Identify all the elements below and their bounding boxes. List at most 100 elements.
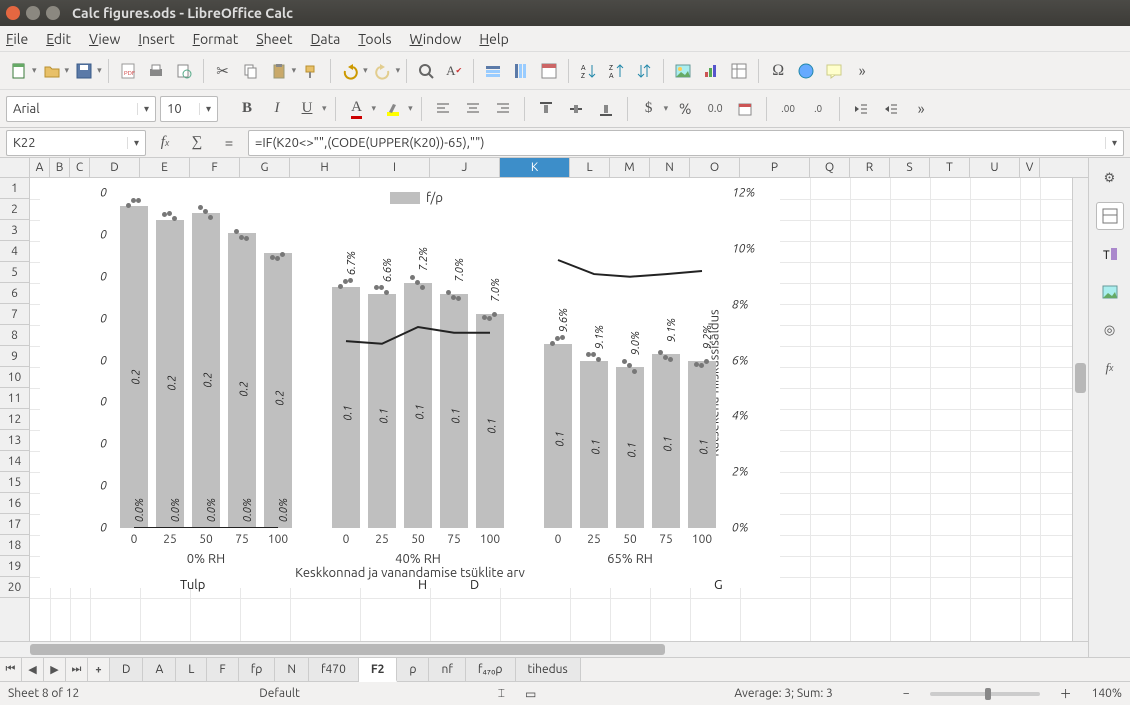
inc-indent-button[interactable]: [878, 96, 904, 122]
zoom-in-button[interactable]: ＋: [1060, 685, 1072, 702]
sidebar-styles-icon[interactable]: T: [1096, 240, 1124, 268]
export-pdf-button[interactable]: PDF: [115, 58, 141, 84]
highlight-button[interactable]: [380, 96, 406, 122]
spellcheck-button[interactable]: A✔: [441, 58, 467, 84]
sheet-tab-nf[interactable]: nf: [429, 658, 465, 681]
percent-button[interactable]: %: [672, 96, 698, 122]
tab-last-button[interactable]: ⏭: [66, 658, 88, 681]
row-header-3[interactable]: 3: [0, 220, 29, 241]
find-button[interactable]: [413, 58, 439, 84]
sidebar-settings-icon[interactable]: ⚙: [1096, 164, 1124, 192]
col-header-N[interactable]: N: [650, 158, 690, 177]
row-header-4[interactable]: 4: [0, 241, 29, 262]
inc-decimal-button[interactable]: .00: [775, 96, 801, 122]
sheet-tab-F[interactable]: F: [207, 658, 238, 681]
special-char-button[interactable]: Ω: [765, 58, 791, 84]
underline-button[interactable]: U: [294, 96, 320, 122]
row-header-11[interactable]: 11: [0, 388, 29, 409]
vertical-scrollbar[interactable]: [1072, 178, 1088, 641]
sheet-tab-A[interactable]: A: [143, 658, 176, 681]
tab-next-button[interactable]: ▶: [44, 658, 66, 681]
horizontal-scrollbar[interactable]: [30, 642, 1088, 657]
row-header-19[interactable]: 19: [0, 556, 29, 577]
col-header-V[interactable]: V: [1020, 158, 1040, 177]
window-close-button[interactable]: [6, 6, 20, 20]
toolbar2-overflow-button[interactable]: »: [908, 96, 934, 122]
col-header-U[interactable]: U: [970, 158, 1020, 177]
col-header-Q[interactable]: Q: [810, 158, 850, 177]
sidebar-functions-icon[interactable]: fx: [1096, 354, 1124, 382]
valign-top-button[interactable]: [533, 96, 559, 122]
bold-button[interactable]: B: [234, 96, 260, 122]
tab-add-button[interactable]: +: [88, 658, 110, 681]
zoom-value[interactable]: 140%: [1092, 687, 1122, 700]
zoom-out-button[interactable]: −: [903, 687, 910, 700]
col-header-P[interactable]: P: [740, 158, 810, 177]
currency-button[interactable]: $: [636, 96, 662, 122]
row-header-8[interactable]: 8: [0, 325, 29, 346]
sheet-tab-f₄₇₀ρ[interactable]: f₄₇₀ρ: [466, 658, 516, 681]
row-header-1[interactable]: 1: [0, 178, 29, 199]
col-header-O[interactable]: O: [690, 158, 740, 177]
function-wizard-button[interactable]: fx: [152, 130, 178, 156]
italic-button[interactable]: I: [264, 96, 290, 122]
col-header-E[interactable]: E: [140, 158, 190, 177]
col-header-R[interactable]: R: [850, 158, 890, 177]
row-header-20[interactable]: 20: [0, 577, 29, 598]
insert-image-button[interactable]: [670, 58, 696, 84]
row-header-6[interactable]: 6: [0, 283, 29, 304]
col-button[interactable]: [508, 58, 534, 84]
insert-pivot-button[interactable]: [726, 58, 752, 84]
sheet-tab-f470[interactable]: f470: [309, 658, 359, 681]
row-header-14[interactable]: 14: [0, 451, 29, 472]
insert-chart-button[interactable]: [698, 58, 724, 84]
window-maximize-button[interactable]: [46, 6, 60, 20]
align-left-button[interactable]: [430, 96, 456, 122]
col-header-L[interactable]: L: [570, 158, 610, 177]
row-header-15[interactable]: 15: [0, 472, 29, 493]
menu-tools[interactable]: Tools: [358, 31, 391, 47]
copy-button[interactable]: [238, 58, 264, 84]
col-header-C[interactable]: C: [70, 158, 90, 177]
col-header-S[interactable]: S: [890, 158, 930, 177]
row-header-13[interactable]: 13: [0, 430, 29, 451]
font-color-button[interactable]: A: [344, 96, 370, 122]
spreadsheet-area[interactable]: ABCDEFGHIJKLMNOPQRSTUV 12345678910111213…: [0, 158, 1088, 657]
sort-asc-button[interactable]: AZ: [575, 58, 601, 84]
col-header-K[interactable]: K: [500, 158, 570, 177]
row-button[interactable]: [480, 58, 506, 84]
menu-help[interactable]: Help: [479, 31, 508, 47]
sidebar-navigator-icon[interactable]: ◎: [1096, 316, 1124, 344]
comment-button[interactable]: [821, 58, 847, 84]
sort-desc-button[interactable]: ZA: [603, 58, 629, 84]
col-header-I[interactable]: I: [360, 158, 430, 177]
row-header-9[interactable]: 9: [0, 346, 29, 367]
save-button[interactable]: [71, 58, 97, 84]
col-header-J[interactable]: J: [430, 158, 500, 177]
menu-file[interactable]: File: [6, 31, 28, 47]
menu-data[interactable]: Data: [311, 31, 341, 47]
font-size-combo[interactable]: 10▾: [160, 96, 218, 122]
row-header-17[interactable]: 17: [0, 514, 29, 535]
dec-decimal-button[interactable]: .0: [805, 96, 831, 122]
status-insert-mode-icon[interactable]: ⌶: [498, 687, 505, 701]
menu-insert[interactable]: Insert: [138, 31, 174, 47]
print-button[interactable]: [143, 58, 169, 84]
date-button[interactable]: [732, 96, 758, 122]
row-header-16[interactable]: 16: [0, 493, 29, 514]
valign-bot-button[interactable]: [593, 96, 619, 122]
sheet-tab-fρ[interactable]: fρ: [239, 658, 276, 681]
align-center-button[interactable]: [460, 96, 486, 122]
col-header-G[interactable]: G: [240, 158, 290, 177]
menu-window[interactable]: Window: [410, 31, 462, 47]
sidebar-gallery-icon[interactable]: [1096, 278, 1124, 306]
row-header-5[interactable]: 5: [0, 262, 29, 283]
undo-button[interactable]: [337, 58, 363, 84]
col-header-M[interactable]: M: [610, 158, 650, 177]
menu-view[interactable]: View: [89, 31, 120, 47]
row-header-10[interactable]: 10: [0, 367, 29, 388]
sheet-tab-ρ[interactable]: ρ: [397, 658, 429, 681]
sheet-tab-tihedus[interactable]: tihedus: [516, 658, 581, 681]
equals-button[interactable]: =: [216, 130, 242, 156]
col-header-H[interactable]: H: [290, 158, 360, 177]
